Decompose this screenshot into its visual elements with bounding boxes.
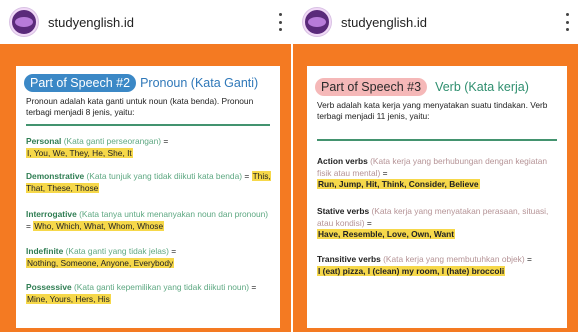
account-avatar-icon[interactable] <box>303 8 331 36</box>
title-pill: Part of Speech #2 <box>24 74 137 92</box>
post-header: studyenglish.id <box>293 0 578 44</box>
post-header: studyenglish.id <box>0 0 291 44</box>
item-eq: = <box>364 217 372 228</box>
item-term: Possessive <box>26 282 72 292</box>
more-vertical-icon[interactable] <box>277 13 283 31</box>
item-examples: I (eat) pizza, I (clean) my room, I (hat… <box>317 265 506 276</box>
list-item: Transitive verbs (Kata kerja yang membut… <box>317 254 561 277</box>
list-item: Demonstrative (Kata tunjuk yang tidak di… <box>26 171 274 194</box>
list-item: Indefinite (Kata ganti yang tidak jelas)… <box>26 246 274 269</box>
account-name[interactable]: studyenglish.id <box>341 15 427 30</box>
item-term: Interrogative <box>26 209 77 219</box>
content-card: Part of Speech #2 Pronoun (Kata Ganti) P… <box>16 66 280 328</box>
intro-text: Pronoun adalah kata ganti untuk noun (ka… <box>26 96 254 117</box>
list-item: Personal (Kata ganti perseorangan) = I, … <box>26 136 274 159</box>
item-gloss: (Kata ganti perseorangan) <box>63 136 162 146</box>
item-examples: I, You, We, They, He, She, It <box>26 147 133 158</box>
title-pill: Part of Speech #3 <box>315 78 428 96</box>
post-image[interactable]: Part of Speech #2 Pronoun (Kata Ganti) P… <box>0 44 291 332</box>
post-pronoun: studyenglish.id Part of Speech #2 Pronou… <box>0 0 291 332</box>
item-gloss: (Kata ganti kepemilikan yang tidak diiku… <box>73 282 250 292</box>
title-text: Verb (Kata kerja) <box>435 80 529 94</box>
divider <box>26 124 270 126</box>
item-term: Personal <box>26 136 62 146</box>
item-term: Indefinite <box>26 246 64 256</box>
item-eq: = <box>380 167 388 178</box>
account-name[interactable]: studyenglish.id <box>48 15 134 30</box>
item-examples: Have, Resemble, Love, Own, Want <box>317 229 456 239</box>
list-item: Interrogative (Kata tanya untuk menanyak… <box>26 209 274 232</box>
item-examples: Who, Which, What, Whom, Whose <box>33 220 165 231</box>
divider <box>317 139 557 141</box>
item-examples: Nothing, Someone, Anyone, Everybody <box>26 257 175 268</box>
account-avatar-icon[interactable] <box>10 8 38 36</box>
item-eq: = <box>524 254 532 264</box>
intro-text: Verb adalah kata kerja yang menyatakan s… <box>317 100 548 121</box>
item-term: Demonstrative <box>26 171 85 181</box>
post-image[interactable]: Part of Speech #3 Verb (Kata kerja) Verb… <box>293 44 578 332</box>
list-item: Possessive (Kata ganti kepemilikan yang … <box>26 282 274 305</box>
post-verb: studyenglish.id Part of Speech #3 Verb (… <box>293 0 578 332</box>
item-gloss: (Kata tunjuk yang tidak diikuti kata ben… <box>86 171 243 181</box>
slide-title: Part of Speech #3 Verb (Kata kerja) <box>315 78 529 96</box>
item-eq: = <box>161 136 169 146</box>
slide-title: Part of Speech #2 Pronoun (Kata Ganti) <box>24 74 258 92</box>
item-gloss: (Kata tanya untuk menanyakan noun dan pr… <box>79 209 269 219</box>
item-term: Action verbs <box>317 156 368 166</box>
item-eq: = <box>168 246 177 256</box>
item-gloss: (Kata kerja yang membutuhkan objek) <box>383 254 525 264</box>
more-vertical-icon[interactable] <box>564 13 570 31</box>
item-term: Transitive verbs <box>317 254 381 264</box>
item-eq: = <box>249 282 257 292</box>
title-text: Pronoun (Kata Ganti) <box>140 76 259 90</box>
item-gloss: (Kata ganti yang tidak jelas) <box>65 246 169 256</box>
content-card: Part of Speech #3 Verb (Kata kerja) Verb… <box>307 66 567 328</box>
item-eq: = <box>242 171 252 181</box>
list-item: Stative verbs (Kata kerja yang menyataka… <box>317 206 561 241</box>
item-examples: Run, Jump, Hit, Think, Consider, Believe <box>317 179 480 189</box>
item-examples: Mine, Yours, Hers, His <box>26 293 111 304</box>
item-term: Stative verbs <box>317 206 370 216</box>
list-item: Action verbs (Kata kerja yang berhubunga… <box>317 156 561 191</box>
